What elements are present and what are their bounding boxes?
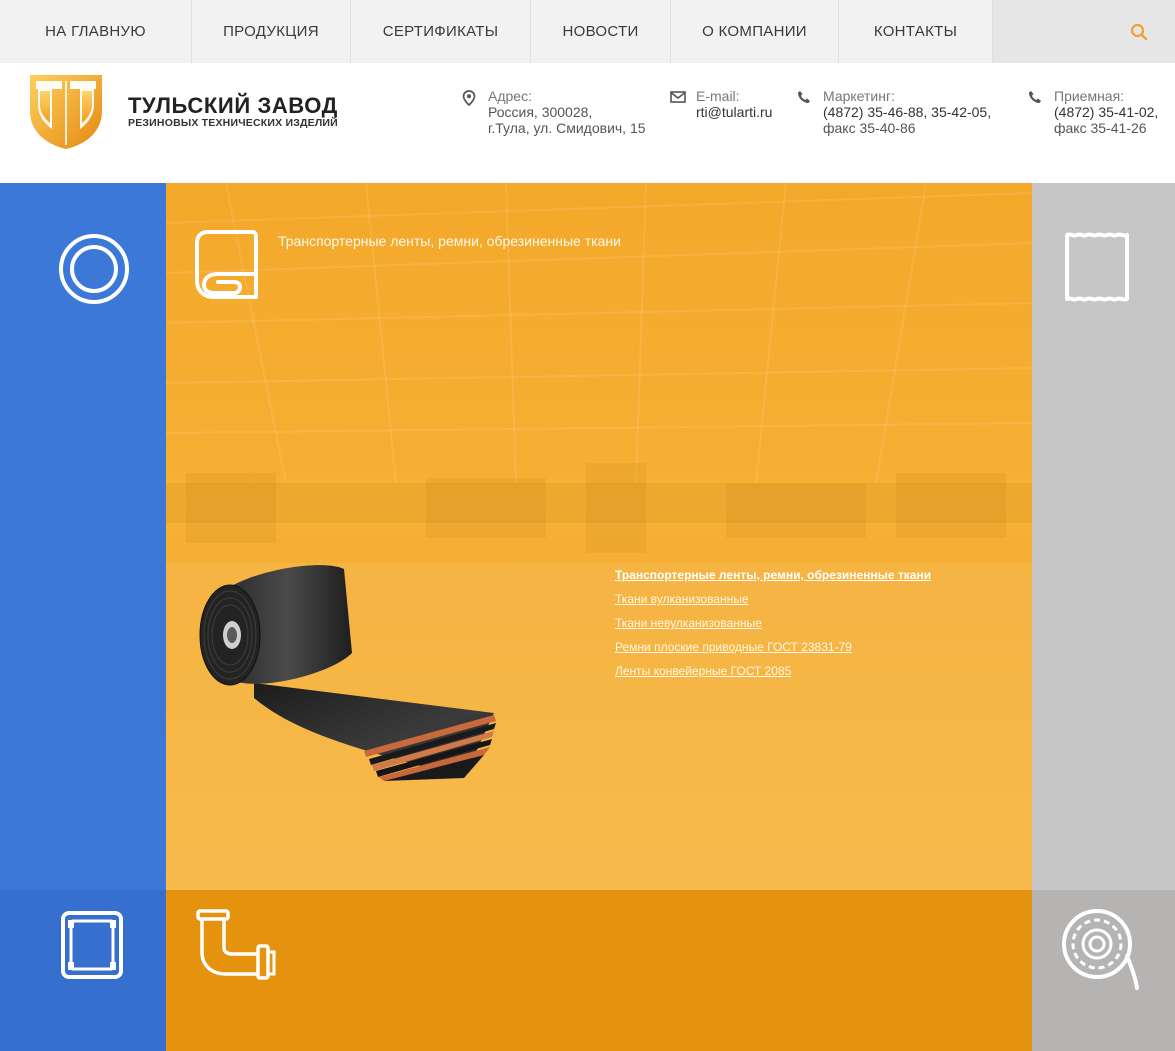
tile-hose-reels[interactable] [1032,890,1175,1051]
marketing-phones: (4872) 35-46-88, 35-42-05, [823,104,992,120]
address-line-2: г.Тула, ул. Смидович, 15 [488,120,646,136]
top-navigation: НА ГЛАВНУЮ ПРОДУКЦИЯ СЕРТИФИКАТЫ НОВОСТИ… [0,0,1175,63]
phone-icon [798,91,810,103]
section-title[interactable]: Транспортерные ленты, ремни, обрезиненны… [278,233,621,249]
contact-address: Адрес: Россия, 300028, г.Тула, ул. Смидо… [462,88,646,136]
reception-label: Приемная: [1054,88,1125,104]
ring-icon [59,234,129,304]
phone-icon [1029,91,1041,103]
fabric-roll-icon [195,230,258,299]
conveyor-belt-image [199,565,496,781]
address-label: Адрес: [488,88,532,104]
email-link[interactable]: rti@tularti.ru [696,104,772,120]
marketing-fax: факс 35-40-86 [823,120,916,136]
nav-item-products[interactable]: ПРОДУКЦИЯ [192,0,351,63]
marketing-label: Маркетинг: [823,88,895,104]
tile-plates[interactable] [0,890,166,1051]
mail-icon [670,91,686,103]
link-unvulcanized-fabrics[interactable]: Ткани невулканизованные [615,611,931,635]
nav-item-home[interactable]: НА ГЛАВНУЮ [0,0,192,63]
tile-hoses[interactable] [166,890,1032,1051]
address-line-1: Россия, 300028, [488,104,593,120]
link-vulcanized-fabrics[interactable]: Ткани вулканизованные [615,587,931,611]
link-conveyor-belts[interactable]: Транспортерные ленты, ремни, обрезиненны… [615,563,931,587]
reception-phones: (4872) 35-41-02, [1054,104,1159,120]
email-label: E-mail: [696,88,740,104]
catalog-links: Транспортерные ленты, ремни, обрезиненны… [615,563,931,683]
nav-item-about[interactable]: О КОМПАНИИ [671,0,839,63]
brand-title: ТУЛЬСКИЙ ЗАВОД [128,93,338,118]
brand-subtitle: РЕЗИНОВЫХ ТЕХНИЧЕСКИХ ИЗДЕЛИЙ [128,117,338,129]
contact-email: E-mail: rti@tularti.ru [670,88,772,120]
frame-plate-icon [61,911,123,979]
contact-marketing: Маркетинг: (4872) 35-46-88, 35-42-05, фа… [798,88,992,136]
site-header: ТУЛЬСКИЙ ЗАВОД РЕЗИНОВЫХ ТЕХНИЧЕСКИХ ИЗД… [0,63,1175,183]
nav-item-news[interactable]: НОВОСТИ [531,0,671,63]
pipe-elbow-icon [196,909,276,980]
link-conveyor-tapes[interactable]: Ленты конвейерные ГОСТ 2085 [615,659,931,683]
hose-reel-icon [1062,909,1139,990]
tularti-logo[interactable] [28,73,104,151]
search-icon [1130,23,1148,41]
tile-rings[interactable] [0,183,166,890]
link-flat-drive-belts[interactable]: Ремни плоские приводные ГОСТ 23831-79 [615,635,931,659]
nav-item-certificates[interactable]: СЕРТИФИКАТЫ [351,0,531,63]
sheet-icon [1065,232,1129,302]
search-button[interactable] [993,0,1175,63]
tile-conveyor-belts: Транспортерные ленты, ремни, обрезиненны… [166,183,1032,890]
contact-reception: Приемная: (4872) 35-41-02, факс 35-41-26 [1029,88,1159,136]
reception-fax: факс 35-41-26 [1054,120,1147,136]
nav-item-contacts[interactable]: КОНТАКТЫ [839,0,993,63]
map-pin-icon [462,90,476,106]
tile-rubber-sheets[interactable] [1032,183,1175,890]
